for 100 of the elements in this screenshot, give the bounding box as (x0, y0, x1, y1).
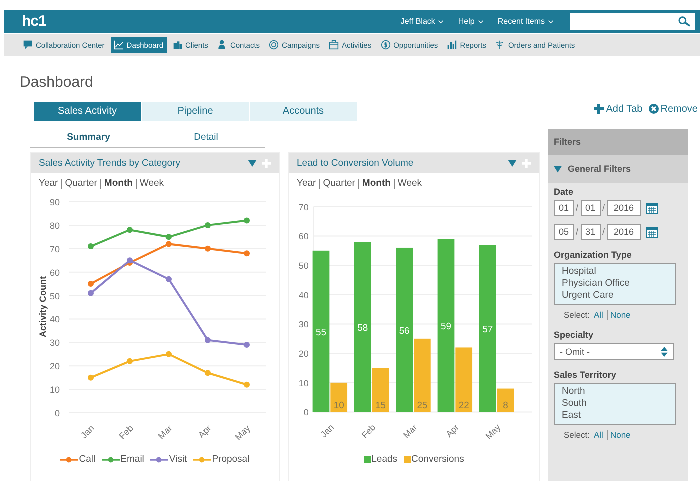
point (244, 218, 250, 224)
y-tick-label: 70 (50, 244, 60, 254)
point (205, 337, 211, 344)
y-tick-label: 0 (304, 408, 309, 418)
period-link[interactable]: Week (136, 179, 168, 189)
select-all-link[interactable]: All (592, 310, 606, 320)
list-option[interactable]: Physician Office (562, 278, 668, 290)
y-tick-label: 40 (50, 314, 60, 325)
remove-link[interactable]: Remove (648, 100, 698, 118)
section-header[interactable]: General Filters (548, 155, 688, 183)
data-label: 8 (503, 399, 508, 410)
chat-icon (23, 40, 33, 50)
year-field[interactable]: 2016 (607, 200, 642, 216)
point (127, 227, 133, 234)
briefcase-icon (328, 40, 339, 50)
list-option[interactable]: Urgent Care (562, 290, 668, 302)
user-menu[interactable]: Jeff Black (400, 17, 444, 26)
period-link[interactable]: Month (100, 179, 136, 189)
x-tick-label: Feb (117, 423, 136, 442)
user-menu[interactable]: Recent Items (498, 17, 554, 26)
chevron-icon (548, 20, 554, 24)
panel-title: Lead to Conversion Volume (297, 158, 414, 168)
x-tick-label: May (484, 422, 503, 442)
period-link[interactable]: Week (394, 179, 426, 189)
dropdown-icon[interactable] (508, 160, 517, 166)
tab[interactable]: Sales Activity (34, 102, 141, 121)
search-icon[interactable] (678, 16, 691, 27)
calendar-icon[interactable] (646, 226, 658, 238)
subtab[interactable]: Summary (30, 127, 148, 147)
y-tick-label: 90 (50, 198, 60, 208)
period-link[interactable]: Quarter (319, 179, 358, 189)
legend-label: Proposal (212, 454, 250, 465)
month-field[interactable]: 05 (554, 224, 574, 240)
dollar-icon (380, 40, 391, 50)
y-tick-label: 60 (298, 232, 309, 242)
y-tick-label: 40 (298, 290, 309, 300)
select-all-link[interactable]: All (592, 430, 606, 440)
x-tick-label: Feb (360, 422, 378, 440)
spinner-icon (661, 346, 668, 356)
select-none-link[interactable]: None (607, 430, 633, 440)
point (205, 222, 211, 228)
point (127, 358, 133, 364)
y-tick-label: 10 (50, 385, 60, 396)
x-tick-label: May (233, 423, 252, 442)
tab[interactable]: Accounts (250, 102, 357, 121)
period-link[interactable]: Month (358, 179, 394, 189)
x-tick-label: Mar (401, 422, 420, 440)
point (166, 241, 172, 248)
point (244, 250, 250, 257)
legend-label: Conversions (412, 454, 464, 465)
point (88, 244, 94, 250)
select-none-link[interactable]: None (607, 310, 633, 320)
panel-title: Sales Activity Trends by Category (39, 158, 181, 168)
list-option[interactable]: South (562, 398, 668, 410)
day-field[interactable]: 01 (580, 200, 601, 216)
select-label: Select: (564, 430, 590, 440)
bar-chart-icon (447, 40, 458, 50)
user-menu[interactable]: Help (458, 17, 484, 26)
y-axis-title: Activity Count (38, 276, 48, 338)
point (205, 370, 211, 376)
list-option[interactable]: Hospital (562, 266, 668, 278)
y-tick-label: 20 (298, 349, 309, 360)
period-link[interactable]: Year (297, 179, 320, 189)
legend-label: Call (79, 454, 96, 465)
period-link[interactable]: Year (39, 179, 62, 189)
search-field[interactable] (570, 13, 695, 30)
list-option[interactable]: North (562, 386, 668, 398)
date-separator: / (576, 227, 579, 237)
list-option[interactable]: East (562, 410, 668, 422)
year-field[interactable]: 2016 (607, 224, 642, 240)
calendar-icon[interactable] (646, 202, 658, 214)
period-link[interactable]: Quarter (61, 179, 100, 189)
x-tick-label: Apr (196, 423, 214, 440)
subtab[interactable]: Detail (148, 127, 265, 147)
logo[interactable]: hc1 (22, 13, 46, 30)
point (205, 246, 211, 252)
y-tick-label: 50 (298, 261, 309, 272)
y-tick-label: 60 (50, 268, 60, 278)
day-field[interactable]: 31 (580, 224, 601, 240)
data-label: 22 (458, 399, 470, 410)
list-box[interactable]: North South East (554, 383, 676, 425)
point (88, 374, 94, 381)
x-tick-label: Jan (79, 423, 96, 441)
legend-label: Visit (169, 454, 188, 465)
dropdown-icon[interactable] (248, 160, 257, 166)
point (244, 382, 250, 388)
data-label: 25 (417, 399, 428, 410)
point (244, 342, 250, 348)
page-title: Dashboard (20, 73, 94, 92)
chart-icon (114, 40, 124, 50)
specialty-select[interactable]: - Omit - (554, 343, 674, 360)
data-label: 10 (334, 399, 344, 410)
y-tick-label: 0 (54, 408, 60, 418)
field-label: Organization Type (554, 250, 633, 260)
add-tab-link[interactable]: Add Tab (594, 100, 643, 118)
tab[interactable]: Pipeline (142, 102, 249, 121)
month-field[interactable]: 01 (554, 200, 574, 216)
expand-icon (554, 166, 562, 172)
list-box[interactable]: Hospital Physician Office Urgent Care (554, 263, 676, 305)
y-tick-label: 20 (50, 362, 60, 372)
